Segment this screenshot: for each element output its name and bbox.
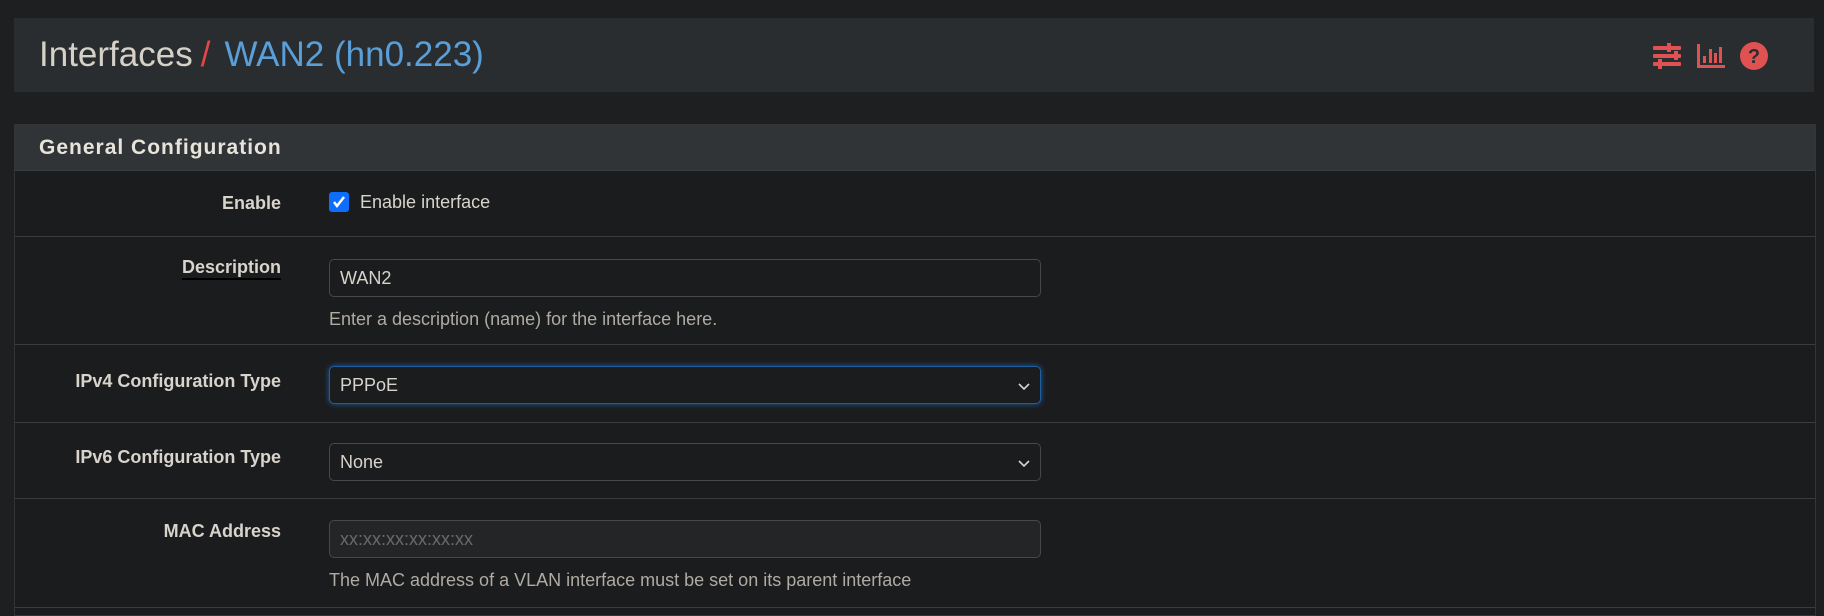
enable-row: Enable Enable interface xyxy=(15,171,1815,237)
chevron-down-icon xyxy=(1018,375,1030,396)
description-help: Enter a description (name) for the inter… xyxy=(329,309,718,329)
ipv4-config-select[interactable]: PPPoE xyxy=(329,366,1041,404)
ipv4-label: IPv4 Configuration Type xyxy=(75,371,281,391)
mac-help: The MAC address of a VLAN interface must… xyxy=(329,570,912,590)
breadcrumb-interfaces[interactable]: Interfaces xyxy=(39,35,193,74)
general-configuration-panel: General Configuration Enable Enable inte… xyxy=(14,124,1816,616)
mac-row: MAC Address The MAC address of a VLAN in… xyxy=(15,499,1815,608)
ipv4-selected-value: PPPoE xyxy=(340,374,399,395)
enable-checkbox[interactable] xyxy=(329,192,349,213)
chevron-down-icon xyxy=(1018,452,1030,473)
description-row: Description Enter a description (name) f… xyxy=(15,237,1815,345)
mac-address-input[interactable] xyxy=(329,520,1041,558)
panel-title: General Configuration xyxy=(39,136,282,159)
page-header: Interfaces / WAN2 (hn0.223) ? xyxy=(14,18,1814,92)
sliders-icon[interactable] xyxy=(1652,43,1682,74)
ipv6-selected-value: None xyxy=(340,451,384,472)
ipv6-config-select[interactable]: None xyxy=(329,443,1041,481)
ipv6-row: IPv6 Configuration Type None xyxy=(15,423,1815,499)
description-input[interactable] xyxy=(329,259,1041,297)
bar-chart-icon[interactable] xyxy=(1696,43,1726,74)
ipv6-label: IPv6 Configuration Type xyxy=(75,447,281,467)
help-icon[interactable]: ? xyxy=(1740,42,1768,75)
ipv4-row: IPv4 Configuration Type PPPoE xyxy=(15,345,1815,423)
svg-text:?: ? xyxy=(1748,46,1760,68)
mac-label: MAC Address xyxy=(163,521,281,541)
breadcrumb: Interfaces / WAN2 (hn0.223) xyxy=(39,35,484,75)
enable-label: Enable xyxy=(221,193,281,213)
description-label: Description xyxy=(181,257,281,280)
breadcrumb-current[interactable]: WAN2 (hn0.223) xyxy=(224,35,483,74)
enable-checkbox-label[interactable]: Enable interface xyxy=(360,192,490,212)
breadcrumb-separator: / xyxy=(200,35,211,74)
